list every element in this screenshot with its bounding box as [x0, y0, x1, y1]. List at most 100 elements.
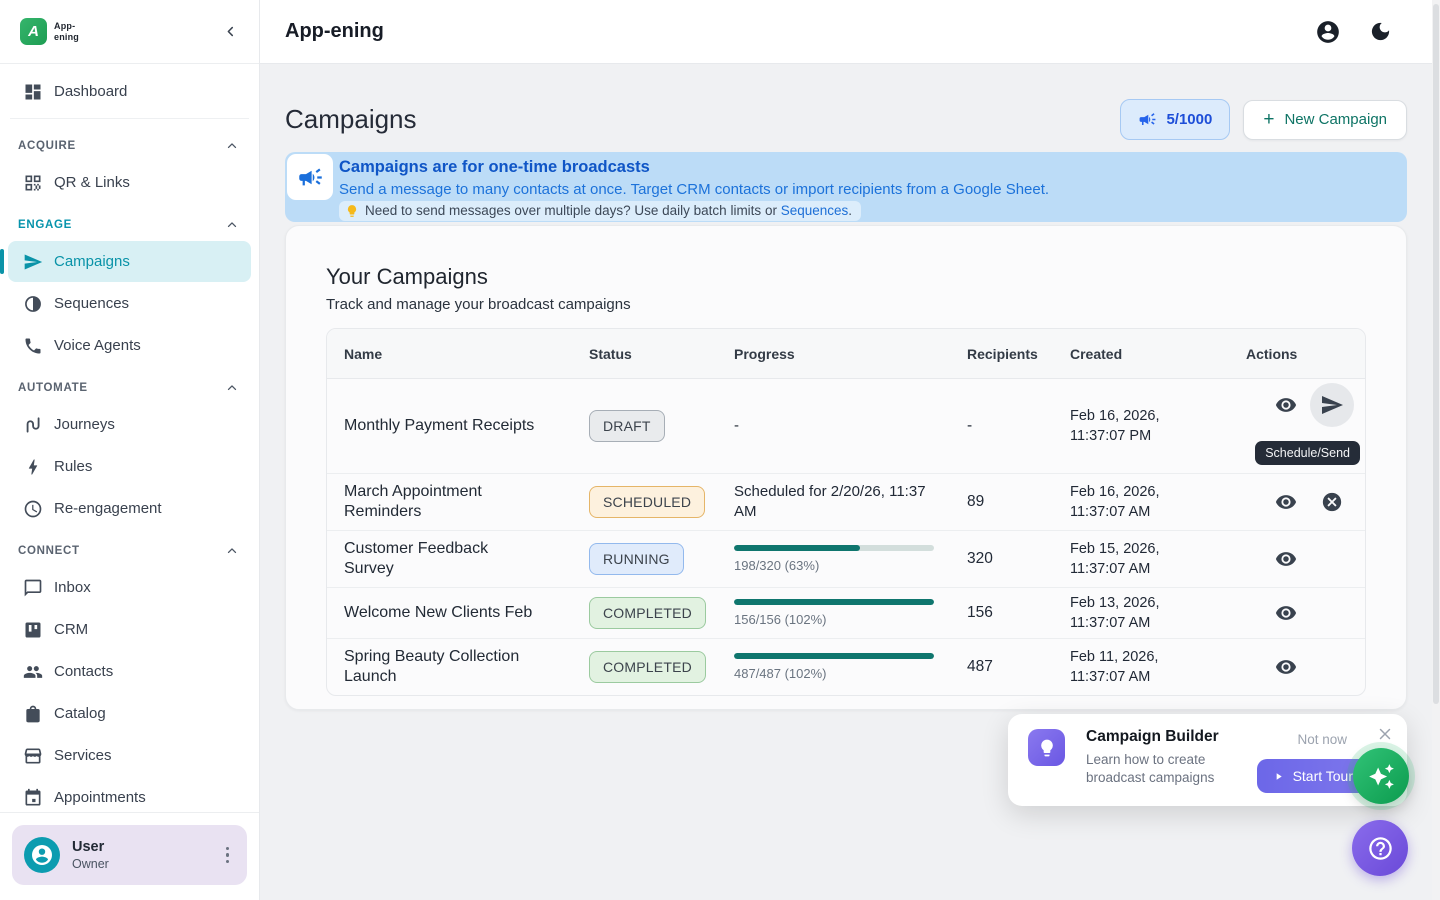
chevron-up-icon — [225, 218, 239, 232]
nav-section-engage[interactable]: ENGAGE — [8, 204, 251, 240]
bolt-icon — [23, 457, 43, 477]
page-scrollbar[interactable] — [1432, 0, 1440, 900]
nav-section-connect[interactable]: CONNECT — [8, 530, 251, 566]
not-now-button[interactable]: Not now — [1297, 732, 1347, 747]
sidebar-user-area: User Owner — [0, 812, 259, 900]
new-campaign-button[interactable]: + New Campaign — [1243, 100, 1407, 140]
help-fab[interactable] — [1352, 820, 1408, 876]
view-campaign-button[interactable] — [1264, 645, 1308, 689]
eye-icon — [1275, 656, 1297, 678]
sidebar-header: A App- ening — [0, 0, 259, 64]
sidebar-item-inbox[interactable]: Inbox — [8, 567, 251, 608]
nav-section-acquire[interactable]: ACQUIRE — [8, 125, 251, 161]
user-card[interactable]: User Owner — [12, 825, 247, 885]
sidebar-item-label: Dashboard — [54, 83, 127, 100]
user-meta: User Owner — [72, 839, 109, 871]
send-icon — [1320, 393, 1344, 417]
close-icon[interactable] — [1376, 725, 1394, 743]
user-avatar — [24, 837, 60, 873]
help-icon — [1367, 835, 1394, 862]
progress-indicator: 198/320 (63%) — [734, 545, 937, 573]
sidebar-item-label: Rules — [54, 458, 92, 475]
sidebar-item-label: Campaigns — [54, 253, 130, 270]
app-logo-line2: ening — [54, 32, 79, 42]
progress-bar — [734, 599, 934, 605]
sidebar-item-catalog[interactable]: Catalog — [8, 693, 251, 734]
store-icon — [23, 746, 43, 766]
sidebar-item-dashboard[interactable]: Dashboard — [8, 71, 251, 112]
campaign-name: Spring Beauty Collection Launch — [344, 639, 589, 695]
dark-mode-icon[interactable] — [1369, 20, 1392, 43]
view-campaign-button[interactable] — [1264, 537, 1308, 581]
status-badge: COMPLETED — [589, 651, 706, 683]
nav-section-label: AUTOMATE — [18, 382, 88, 394]
campaign-created: Feb 13, 2026,11:37:07 AM — [1070, 593, 1246, 634]
kanban-icon — [23, 620, 43, 640]
sidebar-item-voice-agents[interactable]: Voice Agents — [8, 325, 251, 366]
sequences-link[interactable]: Sequences — [781, 203, 849, 218]
people-icon — [23, 662, 43, 682]
sidebar-item-contacts[interactable]: Contacts — [8, 651, 251, 692]
route-icon — [23, 415, 43, 435]
scrollbar-thumb[interactable] — [1433, 4, 1439, 704]
view-campaign-button[interactable] — [1264, 383, 1308, 427]
view-campaign-button[interactable] — [1264, 480, 1308, 524]
chat-icon — [23, 578, 43, 598]
campaign-status-cell: DRAFT — [589, 410, 734, 442]
view-campaign-button[interactable] — [1264, 591, 1308, 635]
sidebar-collapse-icon[interactable] — [217, 19, 243, 45]
campaigns-card: Your Campaigns Track and manage your bro… — [285, 225, 1407, 710]
sidebar-item-re-engagement[interactable]: Re-engagement — [8, 488, 251, 529]
campaign-recipients: 89 — [967, 493, 1070, 511]
popup-body-line2: broadcast campaigns — [1086, 769, 1214, 787]
progress-text: 487/487 (102%) — [734, 666, 937, 681]
banner-tip: Need to send messages over multiple days… — [339, 201, 861, 221]
ai-assistant-fab[interactable] — [1353, 748, 1409, 804]
play-icon — [1273, 771, 1284, 782]
status-badge: SCHEDULED — [589, 486, 705, 518]
user-menu-icon[interactable] — [220, 843, 236, 868]
card-title: Your Campaigns — [326, 264, 1366, 290]
cancel-campaign-button[interactable] — [1310, 480, 1354, 524]
sidebar-item-sequences[interactable]: Sequences — [8, 283, 251, 324]
account-icon[interactable] — [1315, 19, 1341, 45]
sidebar-item-campaigns[interactable]: Campaigns — [8, 241, 251, 282]
campaign-created: Feb 16, 2026,11:37:07 AM — [1070, 482, 1246, 523]
eye-icon — [1275, 602, 1297, 624]
campaign-progress-cell: 198/320 (63%) — [734, 545, 967, 573]
table-row: Spring Beauty Collection LaunchCOMPLETED… — [327, 639, 1365, 695]
table-row: Monthly Payment ReceiptsDRAFT--Feb 16, 2… — [327, 379, 1365, 474]
calendar-icon — [23, 788, 43, 808]
sidebar-item-label: Appointments — [54, 789, 146, 806]
sidebar-item-qr-links[interactable]: QR & Links — [8, 162, 251, 203]
sidebar-item-appointments[interactable]: Appointments — [8, 777, 251, 812]
column-header-name: Name — [344, 346, 589, 362]
schedule-send-button[interactable] — [1310, 383, 1354, 427]
sidebar-nav: Dashboard ACQUIRE QR & Links ENGAGE Campaign… — [0, 64, 259, 812]
table-row: Customer Feedback SurveyRUNNING198/320 (… — [327, 531, 1365, 588]
sidebar-item-crm[interactable]: CRM — [8, 609, 251, 650]
campaign-progress-cell: - — [734, 417, 967, 435]
campaign-quota-badge[interactable]: 5/1000 — [1120, 99, 1230, 140]
campaign-actions — [1246, 645, 1365, 689]
progress-bar — [734, 545, 934, 551]
dashboard-icon — [23, 82, 43, 102]
lightbulb-icon — [1028, 729, 1065, 766]
bag-icon — [23, 704, 43, 724]
nav-section-label: ENGAGE — [18, 219, 72, 231]
nav-section-label: ACQUIRE — [18, 140, 76, 152]
table-row: Welcome New Clients FebCOMPLETED156/156 … — [327, 588, 1365, 639]
campaign-progress-cell: Scheduled for 2/20/26, 11:37 AM — [734, 482, 967, 523]
sidebar-item-rules[interactable]: Rules — [8, 446, 251, 487]
banner-subtitle: Send a message to many contacts at once.… — [339, 181, 1395, 198]
page-title: Campaigns — [285, 104, 417, 135]
campaign-actions — [1246, 379, 1365, 427]
chevron-up-icon — [225, 544, 239, 558]
nav-divider — [10, 118, 249, 119]
sidebar-item-journeys[interactable]: Journeys — [8, 404, 251, 445]
progress-empty: - — [734, 417, 739, 434]
nav-section-automate[interactable]: AUTOMATE — [8, 367, 251, 403]
banner-title: Campaigns are for one-time broadcasts — [339, 158, 1395, 177]
campaign-builder-popup: Campaign Builder Learn how to create bro… — [1008, 714, 1407, 806]
sidebar-item-services[interactable]: Services — [8, 735, 251, 776]
